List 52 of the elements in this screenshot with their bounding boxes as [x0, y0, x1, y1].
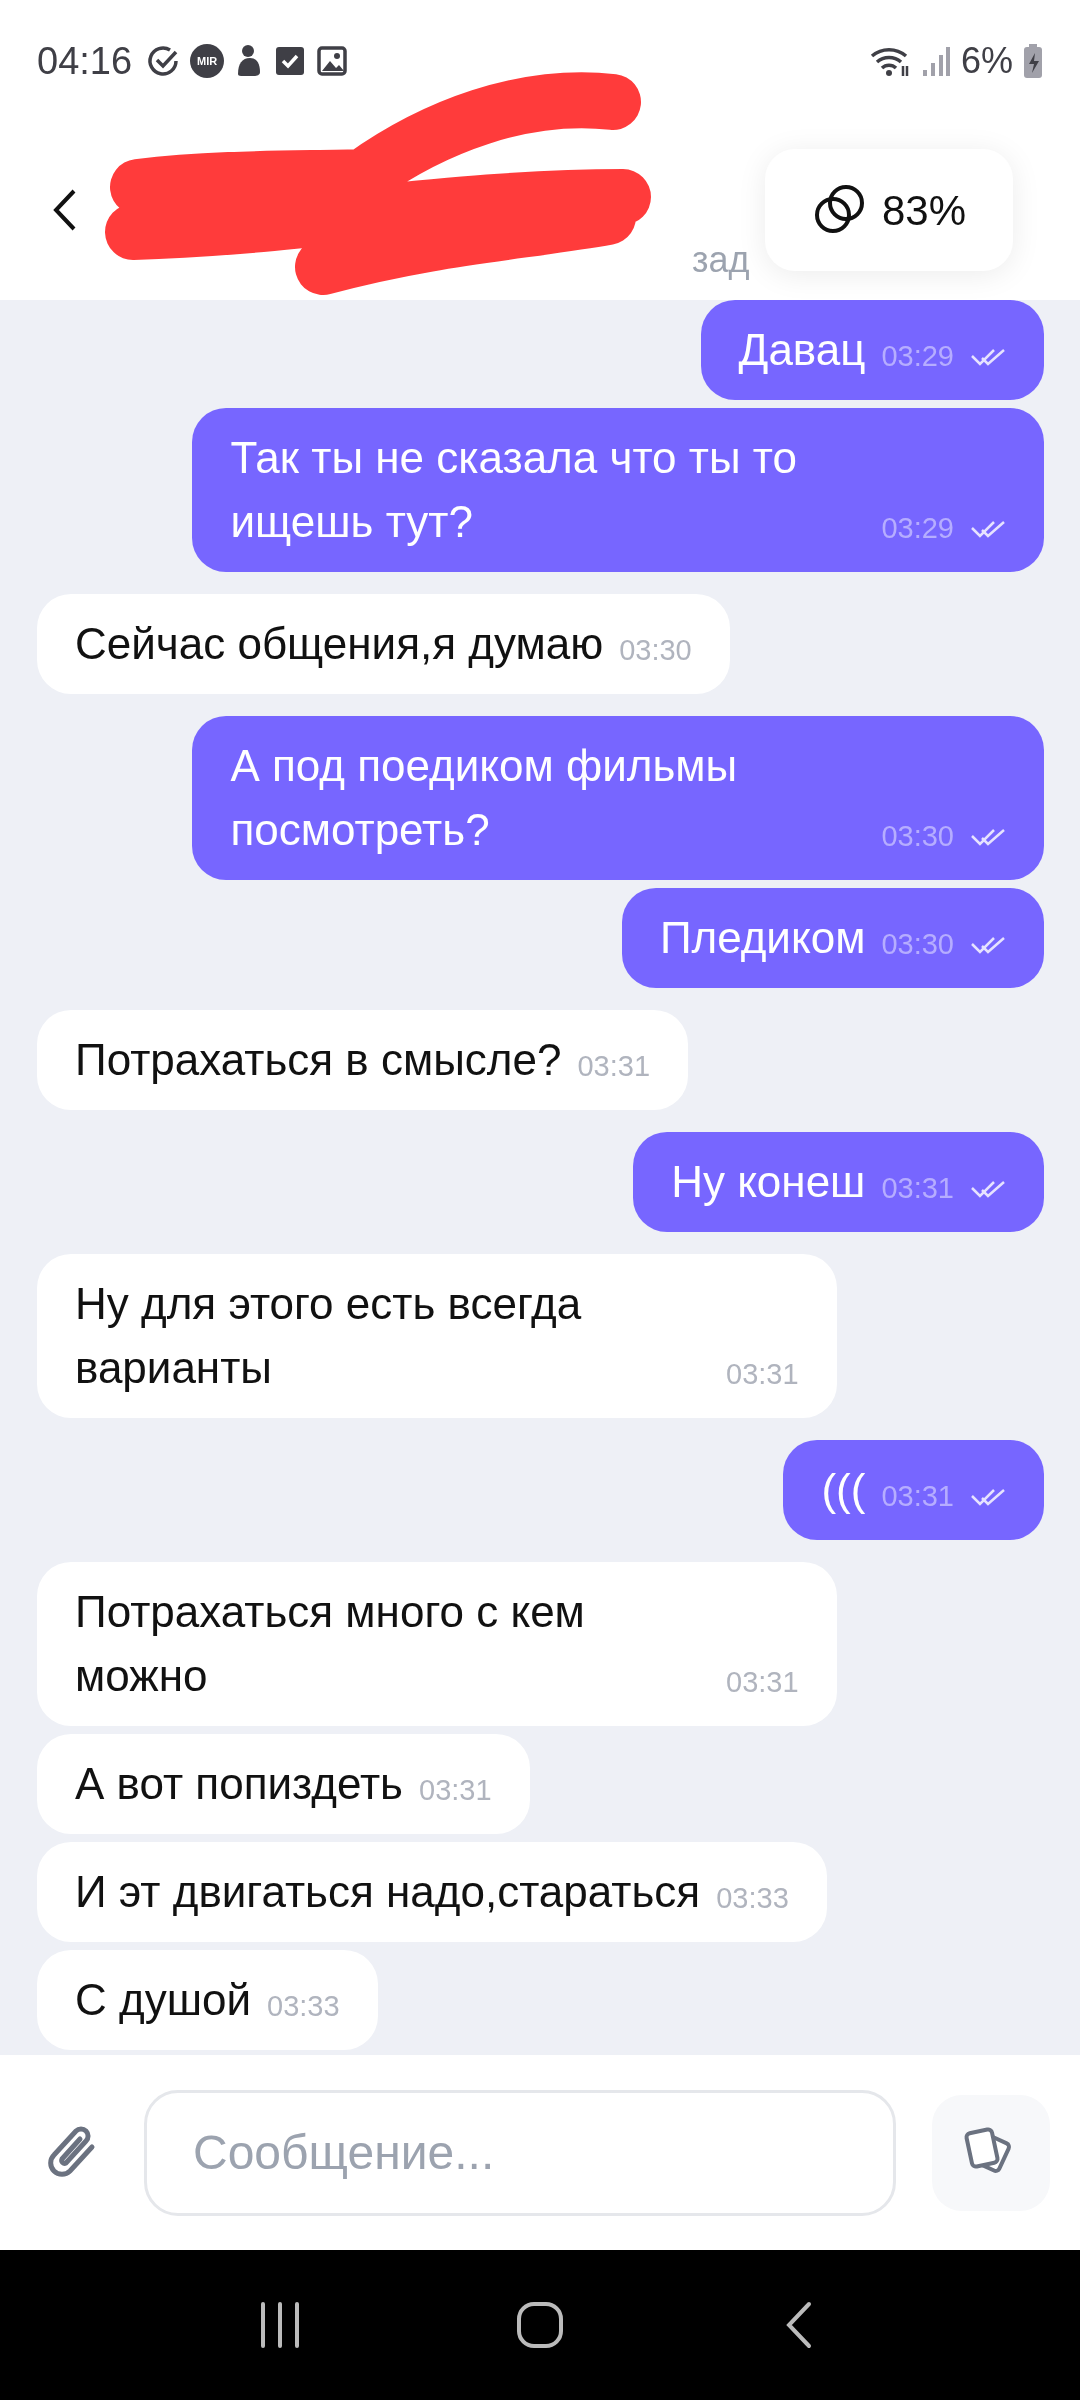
message-text: Ну конеш	[671, 1156, 866, 1208]
message-bubble[interactable]: Ну для этого есть всегда варианты 03:31	[37, 1254, 837, 1418]
message-time: 03:31	[419, 1773, 492, 1808]
message-text: Потрахаться много с кем можно	[75, 1586, 586, 1702]
message-bubble[interactable]: Давац 03:29	[700, 300, 1044, 400]
message-time: 03:31	[881, 1479, 954, 1514]
message-bubble[interactable]: ((( 03:31	[783, 1440, 1044, 1540]
message-time: 03:29	[881, 339, 954, 374]
message-text: Давац	[738, 324, 866, 376]
message-field[interactable]: Сообщение...	[144, 2089, 896, 2216]
message-time: 03:29	[881, 511, 954, 546]
message-time: 03:31	[726, 1665, 799, 1700]
battery-percent: 6%	[960, 39, 1013, 83]
message-bubble[interactable]: Сейчас общения,я думаю 03:30	[37, 594, 730, 694]
message-time: 03:31	[726, 1357, 799, 1392]
message-text: Так ты не сказала что ты то ищешь тут?	[230, 432, 798, 548]
home-icon[interactable]	[515, 2300, 565, 2350]
message-bubble[interactable]: А под поедиком фильмы посмотреть? 03:30	[192, 716, 1044, 880]
message-text: А вот попиздеть	[75, 1758, 403, 1810]
message-text: И эт двигаться надо,стараться	[75, 1866, 701, 1918]
message-time: 03:31	[577, 1049, 651, 1084]
message-text: С душой	[75, 1974, 252, 2026]
message-bubble[interactable]: Потрахаться много с кем можно 03:31	[37, 1562, 837, 1726]
message-time: 03:31	[881, 1171, 954, 1206]
message-text: А под поедиком фильмы посмотреть?	[230, 740, 739, 856]
message-bubble[interactable]: Так ты не сказала что ты то ищешь тут? 03:29	[192, 408, 1044, 572]
message-text: Ну для этого есть всегда варианты	[75, 1278, 583, 1394]
match-badge[interactable]: 83%	[765, 149, 1013, 271]
notification-badge: MIR	[190, 44, 225, 78]
sticker-button[interactable]	[932, 2094, 1050, 2211]
message-bubble[interactable]: А вот попиздеть 03:31	[37, 1734, 530, 1834]
last-seen-text: зад	[692, 238, 750, 282]
message-bubble[interactable]: Ну конеш 03:31	[633, 1132, 1044, 1232]
message-bubble[interactable]: И эт двигаться надо,стараться 03:33	[37, 1842, 827, 1942]
message-time: 03:30	[619, 633, 692, 668]
check-circle-icon	[146, 44, 181, 78]
checkbox-icon	[274, 45, 307, 77]
message-time: 03:33	[716, 1881, 789, 1916]
signal-icon	[920, 44, 951, 78]
message-bubble[interactable]: Пледиком 03:30	[621, 888, 1044, 988]
message-time: 03:30	[881, 927, 954, 962]
message-bubble[interactable]: Потрахаться в смысле? 03:31	[37, 1010, 689, 1110]
image-icon	[316, 45, 349, 77]
message-bubble[interactable]: С душой 03:33	[37, 1950, 378, 2050]
message-text: Сейчас общения,я думаю	[75, 618, 604, 670]
message-time: 03:33	[267, 1989, 340, 2024]
message-time: 03:30	[881, 819, 954, 854]
status-time: 04:16	[37, 38, 133, 84]
message-text: (((	[821, 1464, 866, 1516]
message-text: Пледиком	[659, 912, 866, 964]
battery-charging-icon	[1023, 43, 1043, 79]
message-text: Потрахаться в смысле?	[75, 1034, 562, 1086]
